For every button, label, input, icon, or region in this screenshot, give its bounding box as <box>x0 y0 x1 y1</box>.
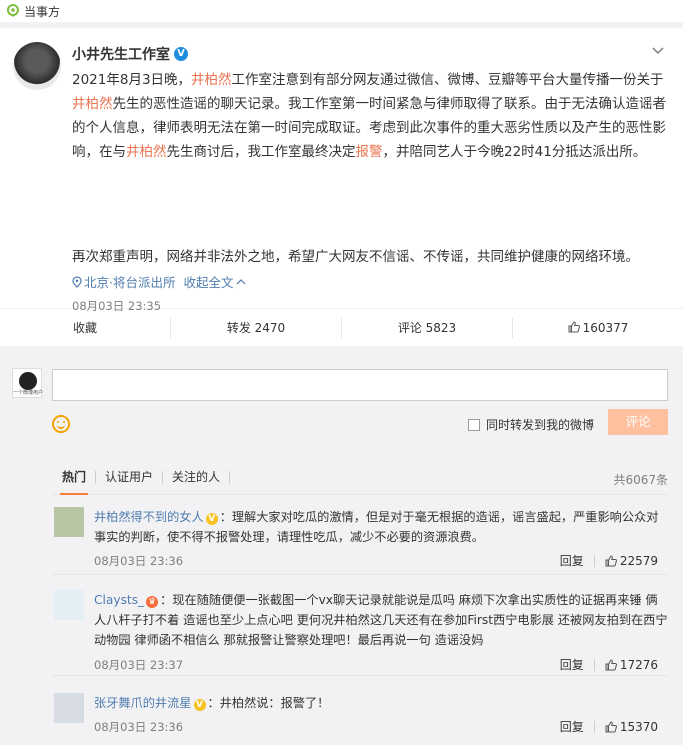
tab-verified-users[interactable]: 认证用户 <box>96 471 164 484</box>
comment-actions: 回复 17276 <box>560 658 658 672</box>
thumbs-up-icon[interactable] <box>605 721 617 733</box>
post-text-part: ，并陪同艺人于今晚22时41分抵达派出所。 <box>382 144 647 160</box>
reply-button[interactable]: 回复 <box>560 555 595 567</box>
repost-button[interactable]: 转发 2470 <box>171 317 342 338</box>
post-timestamp[interactable]: 08月03日 23:35 <box>72 298 161 314</box>
location-row: 北京·将台派出所 收起全文 <box>72 272 246 291</box>
emoji-icon[interactable] <box>52 415 70 433</box>
comment-body: ：现在随随便便一张截图一个vx聊天记录就能说是瓜吗 麻烦下次拿出实质性的证据再来… <box>94 593 668 647</box>
comment-item: Claysts_ ♛ ：现在随随便便一张截图一个vx聊天记录就能说是瓜吗 麻烦下次拿… <box>52 590 668 676</box>
author-avatar[interactable] <box>13 42 61 90</box>
forward-checkbox[interactable] <box>468 418 480 431</box>
comment-time: 08月03日 23:36 <box>94 554 184 568</box>
thumbs-up-icon[interactable] <box>605 659 617 671</box>
post-card: 小井先生工作室 V 2021年8月3日晚，井柏然工作室注意到有部分网友通过微信、… <box>0 28 683 346</box>
crown-badge-icon: ♛ <box>146 596 159 608</box>
forward-option[interactable]: 同时转发到我的微博 <box>468 416 594 433</box>
comment-item: 井柏然得不到的女人 V ：理解大家对吃瓜的激情，但是对于毫无根据的造谣，谣言盛起，严… <box>52 507 668 575</box>
comment-tabs: 热门 认证用户 关注的人 共6067条 <box>52 471 668 495</box>
comment-like-count: 17276 <box>619 658 658 672</box>
post-text-part: 工作室注意到有部分网友通过微信、微博、豆瓣等平台大量传播一份关于 <box>231 72 664 88</box>
gold-v-badge-icon: V <box>205 513 218 525</box>
comment-section: 一个微博用户 同时转发到我的微博 评论 热门 认证用户 关注的人 共6067条 … <box>0 347 683 745</box>
my-avatar[interactable]: 一个微博用户 <box>12 368 44 398</box>
collapse-link[interactable]: 收起全文 <box>183 272 233 291</box>
reply-button[interactable]: 回复 <box>560 721 595 733</box>
avatar-face <box>19 372 37 390</box>
comment-total: 共6067条 <box>613 473 668 487</box>
comment-like-count: 15370 <box>619 720 658 734</box>
topic-link[interactable]: 井柏然 <box>72 96 113 112</box>
post-text-para2: 再次郑重声明，网络并非法外之地，希望广大网友不信谣、不传谣，共同维护健康的网络环… <box>72 249 639 265</box>
gold-v-badge-icon: V <box>193 699 206 711</box>
post-text-part: 2021年8月3日晚， <box>72 72 192 88</box>
author-name-row: 小井先生工作室 V <box>72 44 188 64</box>
comment-body: ：井柏然说：报警了！ <box>207 696 330 710</box>
topic-link[interactable]: 井柏然 <box>126 144 167 160</box>
comment-actions: 回复 15370 <box>560 720 658 734</box>
comment-text: 张牙舞爪的井流星 V ：井柏然说：报警了！ <box>94 693 669 713</box>
comment-like-count: 22579 <box>619 554 658 568</box>
avatar-caption: 一个微博用户 <box>13 390 44 396</box>
commenter-name[interactable]: 张牙舞爪的井流星 <box>94 696 192 710</box>
comment-input[interactable] <box>52 369 668 401</box>
active-tab-indicator <box>60 493 88 495</box>
chevron-up-icon[interactable] <box>236 278 246 286</box>
commenter-avatar[interactable] <box>54 693 84 723</box>
commenter-name[interactable]: 井柏然得不到的女人 <box>94 510 204 524</box>
submit-comment-button[interactable]: 评论 <box>608 409 668 435</box>
comment-text: Claysts_ ♛ ：现在随随便便一张截图一个vx聊天记录就能说是瓜吗 麻烦下次拿… <box>94 590 669 650</box>
post-text-part: 先生商讨后，我工作室最终决定 <box>166 144 356 160</box>
topic-link[interactable]: 井柏然 <box>191 72 232 88</box>
comment-text: 井柏然得不到的女人 V ：理解大家对吃瓜的激情，但是对于毫无根据的造谣，谣言盛起，严… <box>94 507 669 547</box>
verified-badge-icon: V <box>174 47 188 61</box>
commenter-name[interactable]: Claysts_ <box>94 593 144 607</box>
reply-button[interactable]: 回复 <box>560 659 595 671</box>
author-name[interactable]: 小井先生工作室 <box>72 44 170 64</box>
favorite-button[interactable]: 收藏 <box>0 317 171 338</box>
like-button[interactable]: 160377 <box>513 318 683 338</box>
post-text: 2021年8月3日晚，井柏然工作室注意到有部分网友通过微信、微博、豆瓣等平台大量… <box>72 68 672 164</box>
thumbs-up-icon <box>568 320 580 332</box>
forward-label: 同时转发到我的微博 <box>486 418 595 432</box>
map-pin-icon <box>72 275 82 288</box>
comment-button[interactable]: 评论 5823 <box>342 317 513 338</box>
top-bar: 当事方 <box>0 0 683 22</box>
topic-link[interactable]: 报警 <box>356 144 383 160</box>
location-pin-icon <box>7 4 19 17</box>
tab-hot[interactable]: 热门 <box>52 471 97 484</box>
thumbs-up-icon[interactable] <box>605 555 617 567</box>
comment-time: 08月03日 23:36 <box>94 720 184 734</box>
topbar-label: 当事方 <box>24 4 61 19</box>
post-body: 小井先生工作室 V 2021年8月3日晚，井柏然工作室注意到有部分网友通过微信、… <box>0 28 683 313</box>
like-count: 160377 <box>582 320 629 335</box>
chevron-down-icon[interactable] <box>651 46 665 56</box>
location-link[interactable]: 北京·将台派出所 <box>84 272 175 291</box>
comment-item: 张牙舞爪的井流星 V ：井柏然说：报警了！ 08月03日 23:36 回复 1537… <box>52 693 668 741</box>
commenter-avatar[interactable] <box>54 507 84 537</box>
commenter-avatar[interactable] <box>54 590 84 620</box>
comment-time: 08月03日 23:37 <box>94 658 184 672</box>
comment-actions: 回复 22579 <box>560 554 658 568</box>
tab-following[interactable]: 关注的人 <box>163 471 231 484</box>
